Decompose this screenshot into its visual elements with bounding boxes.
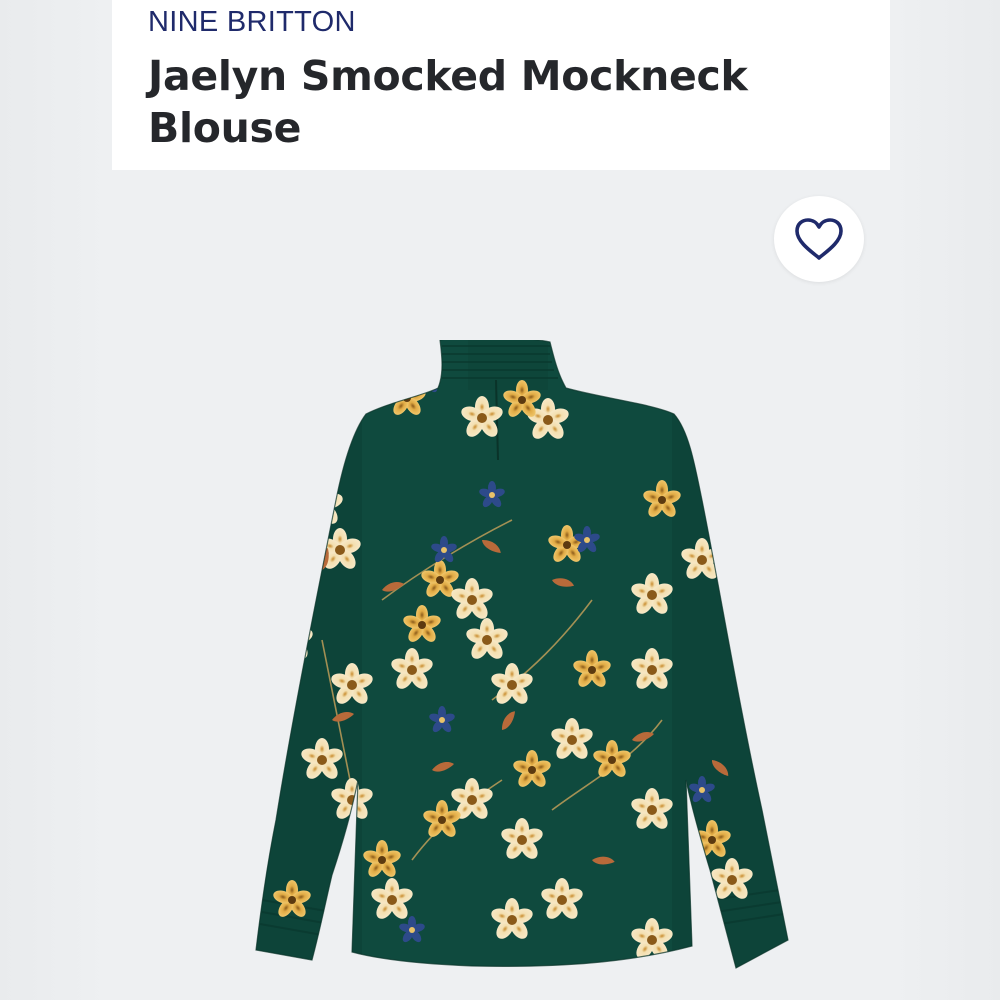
product-card: NINE BRITTON Jaelyn Smocked Mockneck Blo… (112, 0, 890, 1000)
blouse-image (255, 340, 789, 969)
product-image-area (112, 170, 890, 1000)
product-title: Jaelyn Smocked Mockneck Blouse (148, 52, 748, 152)
favorite-button[interactable] (774, 196, 864, 282)
heart-icon (795, 218, 843, 260)
product-screen: NINE BRITTON Jaelyn Smocked Mockneck Blo… (0, 0, 1000, 1000)
brand-name[interactable]: NINE BRITTON (148, 6, 356, 39)
product-header: NINE BRITTON Jaelyn Smocked Mockneck Blo… (112, 0, 890, 170)
